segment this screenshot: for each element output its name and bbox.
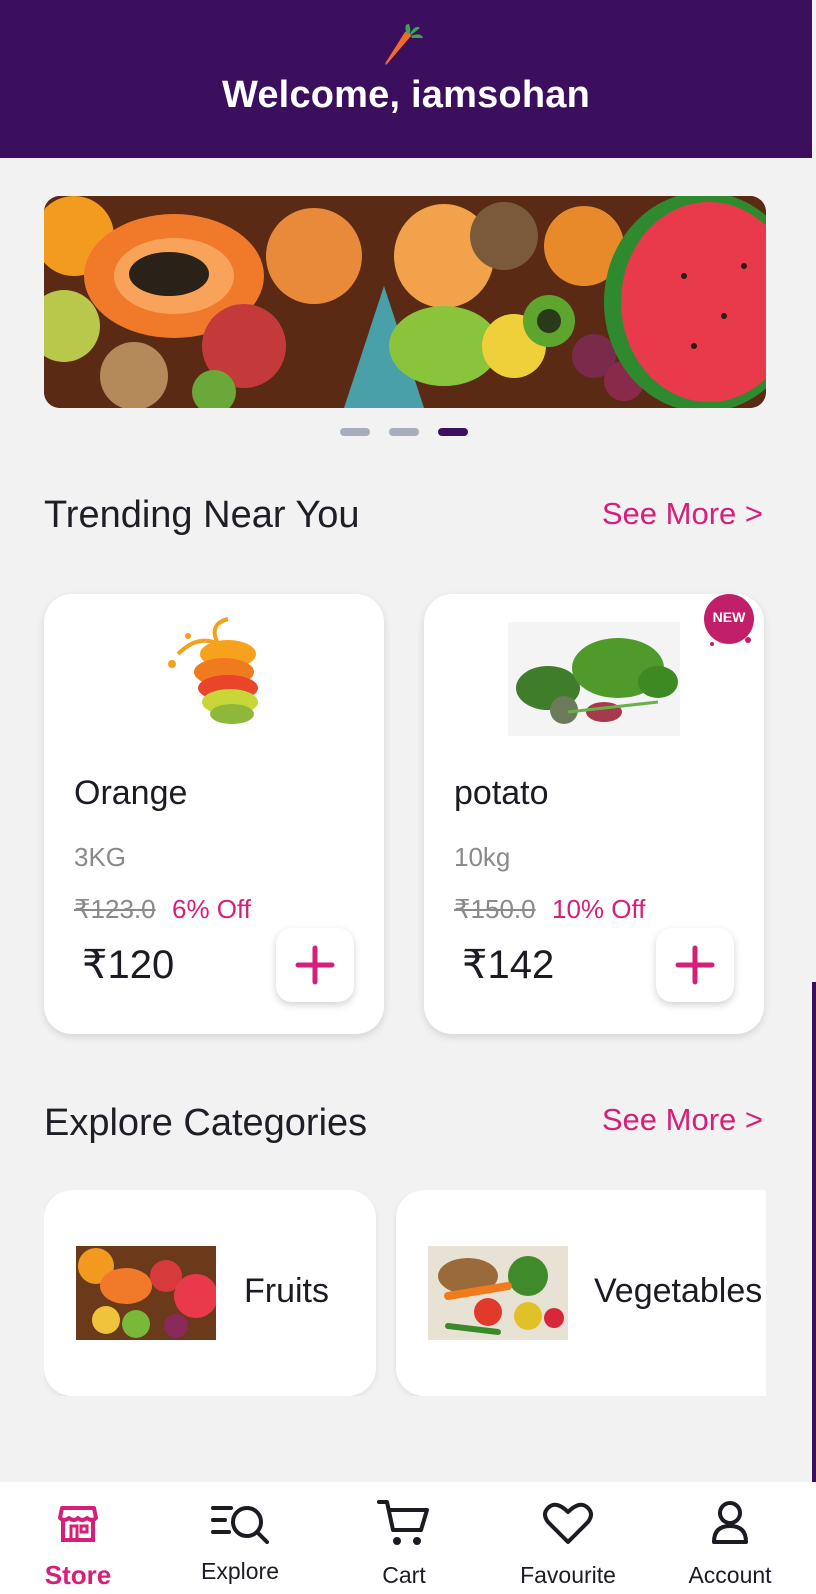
- nav-item-favourite[interactable]: Favourite: [498, 1482, 638, 1594]
- product-old-price: ₹150.0: [454, 894, 536, 924]
- promo-banner[interactable]: [44, 196, 766, 408]
- app-header: Welcome, iamsohan: [0, 0, 812, 158]
- category-card-fruits[interactable]: Fruits: [44, 1190, 376, 1396]
- add-to-cart-button[interactable]: [276, 928, 354, 1002]
- nav-item-explore[interactable]: Explore: [170, 1482, 310, 1594]
- categories-see-more-link[interactable]: See More >: [602, 1102, 763, 1138]
- explore-icon: [211, 1506, 269, 1544]
- account-icon: [712, 1501, 748, 1544]
- product-card-orange[interactable]: Orange 3KG ₹123.0 6% Off ₹120: [44, 594, 384, 1034]
- product-quantity: 3KG: [74, 842, 127, 872]
- nav-label: Account: [688, 1562, 772, 1588]
- nav-label: Explore: [201, 1558, 279, 1584]
- badge-label: NEW: [712, 609, 746, 625]
- product-price: ₹120: [82, 943, 175, 987]
- category-label: Fruits: [244, 1272, 329, 1310]
- category-card-vegetables[interactable]: Vegetables: [396, 1190, 766, 1396]
- product-name: Orange: [74, 774, 188, 812]
- fruits-thumbnail: [76, 1246, 216, 1340]
- nav-label: Favourite: [520, 1562, 616, 1588]
- plus-icon: [675, 945, 715, 985]
- welcome-title: Welcome, iamsohan: [221, 74, 591, 116]
- product-quantity: 10kg: [454, 842, 511, 872]
- category-list: Fruits Vegetables: [44, 1190, 766, 1396]
- add-to-cart-button[interactable]: [656, 928, 734, 1002]
- category-label: Vegetables: [594, 1272, 763, 1310]
- pagination-dot[interactable]: [389, 428, 419, 436]
- nav-item-account[interactable]: Account: [660, 1482, 800, 1594]
- nav-label: Store: [44, 1560, 112, 1590]
- pagination-dot[interactable]: [340, 428, 370, 436]
- product-old-price: ₹123.0: [74, 894, 156, 924]
- plus-icon: [295, 945, 335, 985]
- trending-title: Trending Near You: [44, 494, 360, 536]
- window-edge: [812, 982, 816, 1482]
- nav-item-cart[interactable]: Cart: [334, 1482, 474, 1594]
- categories-title: Explore Categories: [44, 1102, 368, 1144]
- product-discount: 6% Off: [172, 894, 252, 924]
- product-price: ₹142: [462, 943, 555, 987]
- trending-see-more-link[interactable]: See More >: [602, 496, 763, 532]
- carrot-icon: [385, 24, 423, 65]
- store-icon: [58, 1506, 98, 1542]
- fruit-banner-image: [44, 196, 766, 408]
- new-badge: NEW: [700, 592, 758, 650]
- vegetables-thumbnail: [428, 1246, 568, 1340]
- heart-icon: [543, 1502, 593, 1544]
- vegetables-image: [508, 622, 680, 736]
- orange-image: [168, 617, 258, 724]
- product-card-potato[interactable]: potato 10kg ₹150.0 10% Off ₹142: [424, 594, 764, 1034]
- nav-item-store[interactable]: Store: [8, 1482, 148, 1594]
- pagination-dot-active[interactable]: [438, 428, 468, 436]
- product-discount: 10% Off: [552, 894, 646, 924]
- bottom-navigation: Store Explore Cart Favourite Account: [0, 1482, 816, 1594]
- product-name: potato: [454, 774, 549, 812]
- cart-icon: [377, 1500, 429, 1545]
- nav-label: Cart: [382, 1562, 426, 1588]
